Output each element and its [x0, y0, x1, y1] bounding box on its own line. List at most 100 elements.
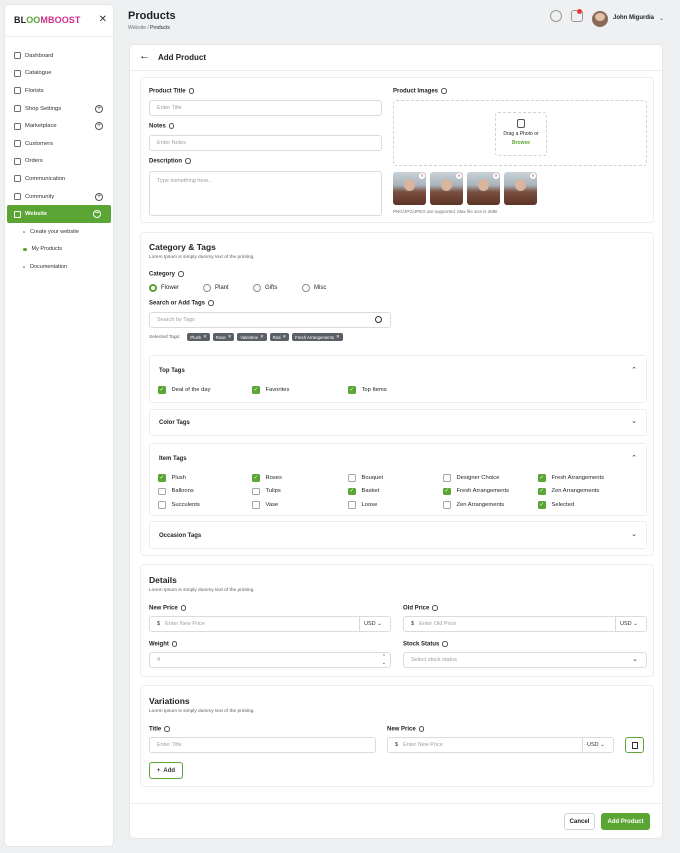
checkbox-selected[interactable]: ✓ Selected [538, 501, 574, 509]
checkbox-top-items[interactable]: ✓ Top Items [348, 386, 387, 394]
remove-image-icon[interactable]: ✕ [530, 173, 536, 179]
product-image-thumb[interactable]: ✕ [393, 172, 426, 205]
search-tags-label: Search or Add Tags [149, 300, 214, 307]
add-variation-button[interactable]: + Add [149, 762, 183, 779]
chevron-down-icon[interactable]: ⌄ [659, 15, 664, 22]
radio-misc[interactable]: Misc [302, 284, 326, 292]
variation-title-label: Title [149, 726, 170, 733]
sidebar-item-communication[interactable]: Communication [5, 170, 113, 188]
sidebar-subitem-my-products[interactable]: My Products [5, 241, 113, 259]
collapse-icon[interactable]: − [93, 210, 101, 219]
cancel-button[interactable]: Cancel [564, 813, 595, 830]
checkbox-vase[interactable]: Vase [252, 501, 278, 509]
tag-chip[interactable]: Valentine ✕ [237, 333, 267, 341]
remove-image-icon[interactable]: ✕ [419, 173, 425, 179]
checkbox-succulents[interactable]: Succulents [158, 501, 200, 509]
sidebar-item-catalogue[interactable]: Catalogue [5, 65, 113, 83]
checkbox-favorites[interactable]: ✓ Favorites [252, 386, 289, 394]
sidebar-item-shop-settings[interactable]: Shop Settings + [5, 100, 113, 118]
checkbox-balloons[interactable]: Balloons [158, 487, 194, 495]
checkbox-basket[interactable]: ✓ Basket [348, 487, 379, 495]
currency-select[interactable]: USD ⌄ [615, 617, 646, 631]
color-tags-panel[interactable]: Color Tags ⌄ [149, 409, 647, 436]
remove-tag-icon[interactable]: ✕ [228, 334, 232, 340]
remove-tag-icon[interactable]: ✕ [260, 334, 264, 340]
weight-stepper[interactable]: 4 ⌃ ⌄ [149, 652, 391, 668]
sidebar-item-community[interactable]: Community + [5, 188, 113, 206]
tag-chip[interactable]: Rose ✕ [212, 333, 235, 341]
product-image-thumb[interactable]: ✕ [430, 172, 463, 205]
stepper-arrows-icon[interactable]: ⌃ ⌄ [382, 654, 386, 666]
tag-chip[interactable]: Fresh Arrangements ✕ [292, 333, 343, 341]
avatar[interactable] [592, 11, 608, 27]
chevron-up-icon[interactable]: ⌃ [631, 454, 637, 462]
checkbox-designer-choice[interactable]: Designer Choice [443, 474, 499, 482]
remove-image-icon[interactable]: ✕ [456, 173, 462, 179]
chevron-up-icon[interactable]: ⌃ [631, 366, 637, 374]
sidebar-item-dashboard[interactable]: Dashboard [5, 47, 113, 65]
chevron-down-icon[interactable]: ⌄ [632, 655, 638, 663]
sidebar-subitem-label: My Products [31, 246, 63, 253]
remove-tag-icon[interactable]: ✕ [336, 334, 340, 340]
checkbox-zen-arrangements[interactable]: ✓ Zen Arrangements [538, 487, 599, 495]
sidebar-item-florists[interactable]: Florists [5, 82, 113, 100]
expand-icon[interactable]: + [95, 192, 103, 201]
shop-bag-icon[interactable] [550, 10, 562, 22]
checkbox-deal-of-the-day[interactable]: ✓ Deal of the day [158, 386, 211, 394]
product-image-thumb[interactable]: ✕ [467, 172, 500, 205]
sidebar-item-customers[interactable]: Customers [5, 135, 113, 153]
radio-plant[interactable]: Plant [203, 284, 229, 292]
currency-select[interactable]: USD ⌄ [359, 617, 390, 631]
search-icon[interactable] [375, 316, 382, 323]
browse-link[interactable]: Browse [496, 140, 546, 146]
image-dropzone[interactable]: Drag a Photo or Browse [393, 100, 647, 166]
delete-variation-button[interactable] [625, 737, 644, 753]
close-icon[interactable]: ✕ [99, 14, 107, 25]
product-image-thumb[interactable]: ✕ [504, 172, 537, 205]
checkbox-tulips[interactable]: Tulips [252, 487, 281, 495]
checkbox-bouquet[interactable]: Bouquet [348, 474, 383, 482]
sidebar-item-marketplace[interactable]: Marketplace + [5, 117, 113, 135]
tag-chip[interactable]: Plush ✕ [187, 333, 210, 341]
radio-flower[interactable]: Flower [149, 284, 179, 292]
remove-tag-icon[interactable]: ✕ [283, 334, 287, 340]
remove-tag-icon[interactable]: ✕ [203, 334, 207, 340]
tag-chip[interactable]: Red ✕ [269, 333, 290, 341]
info-icon [171, 641, 178, 647]
currency-select[interactable]: USD ⌄ [582, 738, 613, 752]
chevron-down-icon[interactable]: ⌄ [631, 417, 637, 425]
checkbox-plush[interactable]: ✓ Plush [158, 474, 186, 482]
checkbox-zen-arrangements[interactable]: Zen Arrangements [443, 501, 504, 509]
remove-image-icon[interactable]: ✕ [493, 173, 499, 179]
upload-box[interactable]: Drag a Photo or Browse [495, 112, 547, 156]
checkbox-fresh-arrangements[interactable]: ✓ Fresh Arrangements [538, 474, 604, 482]
chevron-down-icon[interactable]: ⌄ [631, 530, 637, 538]
stock-status-select[interactable]: Select stock status ⌄ [403, 652, 647, 668]
new-price-input[interactable]: $ Enter New Price USD ⌄ [149, 616, 391, 632]
notes-input[interactable]: Enter Notes [149, 135, 382, 151]
sidebar-item-website[interactable]: Website − [7, 205, 111, 223]
old-price-input[interactable]: $ Enter Old Price USD ⌄ [403, 616, 647, 632]
add-product-button[interactable]: Add Product [601, 813, 650, 830]
user-name[interactable]: John Migurdia [613, 15, 654, 21]
checkbox-fresh-arrangements[interactable]: ✓ Fresh Arrangements [443, 487, 509, 495]
product-title-input[interactable]: Enter Title [149, 100, 382, 116]
sidebar-subitem-documentation[interactable]: Documentation [5, 258, 113, 276]
checkbox-loose[interactable]: Loose [348, 501, 377, 509]
sidebar-item-label: Community [25, 193, 55, 200]
expand-icon[interactable]: + [95, 104, 103, 113]
info-icon [164, 726, 170, 732]
tag-search-input[interactable]: Search by Tags [149, 312, 391, 328]
occasion-tags-panel[interactable]: Occasion Tags ⌄ [149, 521, 647, 549]
variation-title-input[interactable]: Enter Title [149, 737, 376, 753]
description-textarea[interactable]: Type something here... [149, 171, 382, 216]
arrow-left-icon[interactable]: ← [139, 50, 150, 62]
checkbox-roses[interactable]: ✓ Roses [252, 474, 282, 482]
sidebar-item-orders[interactable]: Orders [5, 153, 113, 171]
category-tags-card: Category & Tags Lorem Ipsum is simply du… [140, 232, 654, 556]
variation-price-input[interactable]: $ Enter New Price USD ⌄ [387, 737, 614, 753]
breadcrumb-root[interactable]: Website [128, 25, 146, 31]
radio-gifts[interactable]: Gifts [253, 284, 277, 292]
expand-icon[interactable]: + [95, 122, 103, 131]
sidebar-subitem-create-your-website[interactable]: Create your website [5, 223, 113, 241]
